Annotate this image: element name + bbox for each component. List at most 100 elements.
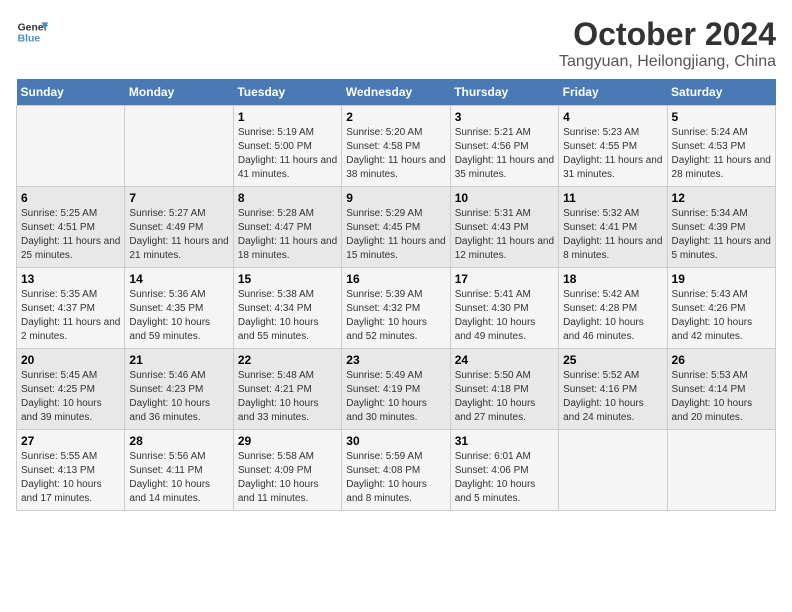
day-info: Sunrise: 6:01 AM Sunset: 4:06 PM Dayligh… (455, 450, 554, 506)
day-info: Sunrise: 5:28 AM Sunset: 4:47 PM Dayligh… (238, 207, 337, 263)
day-number: 4 (563, 110, 662, 124)
calendar-week-row: 13 Sunrise: 5:35 AM Sunset: 4:37 PM Dayli… (17, 268, 776, 349)
calendar-cell (125, 106, 233, 187)
day-number: 28 (129, 434, 228, 448)
day-info: Sunrise: 5:19 AM Sunset: 5:00 PM Dayligh… (238, 126, 337, 182)
calendar-cell: 19Sunrise: 5:43 AM Sunset: 4:26 PM Dayli… (667, 268, 775, 349)
day-number: 30 (346, 434, 445, 448)
day-number: 20 (21, 353, 120, 367)
page-title: October 2024 (559, 16, 776, 53)
calendar-cell: 30Sunrise: 5:59 AM Sunset: 4:08 PM Dayli… (342, 430, 450, 511)
day-info: Sunrise: 5:50 AM Sunset: 4:18 PM Dayligh… (455, 369, 554, 425)
day-info: Sunrise: 5:58 AM Sunset: 4:09 PM Dayligh… (238, 450, 337, 506)
column-header-monday: Monday (125, 79, 233, 106)
day-number: 29 (238, 434, 337, 448)
calendar-cell: 3 Sunrise: 5:21 AM Sunset: 4:56 PM Daylig… (450, 106, 558, 187)
day-number: 21 (129, 353, 228, 367)
day-number: 7 (129, 191, 228, 205)
calendar-cell (667, 430, 775, 511)
page-header: General Blue October 2024 Tangyuan, Heil… (16, 16, 776, 71)
calendar-body: 1 Sunrise: 5:19 AM Sunset: 5:00 PM Daylig… (17, 106, 776, 511)
day-number: 27 (21, 434, 120, 448)
calendar-cell: 28 Sunrise: 5:56 AM Sunset: 4:11 PM Dayli… (125, 430, 233, 511)
day-info: Sunrise: 5:45 AM Sunset: 4:25 PM Dayligh… (21, 369, 120, 425)
day-info: Sunrise: 5:29 AM Sunset: 4:45 PM Dayligh… (346, 207, 445, 263)
calendar-cell: 31 Sunrise: 6:01 AM Sunset: 4:06 PM Dayli… (450, 430, 558, 511)
day-number: 31 (455, 434, 554, 448)
calendar-cell: 12 Sunrise: 5:34 AM Sunset: 4:39 PM Dayli… (667, 187, 775, 268)
day-number: 3 (455, 110, 554, 124)
day-info: Sunrise: 5:35 AM Sunset: 4:37 PM Dayligh… (21, 288, 120, 344)
day-number: 8 (238, 191, 337, 205)
day-info: Sunrise: 5:24 AM Sunset: 4:53 PM Dayligh… (672, 126, 771, 182)
logo-icon: General Blue (16, 16, 48, 48)
day-info: Sunrise: 5:25 AM Sunset: 4:51 PM Dayligh… (21, 207, 120, 263)
day-number: 23 (346, 353, 445, 367)
page-subtitle: Tangyuan, Heilongjiang, China (559, 53, 776, 71)
column-header-friday: Friday (559, 79, 667, 106)
day-number: 9 (346, 191, 445, 205)
day-info: Sunrise: 5:41 AM Sunset: 4:30 PM Dayligh… (455, 288, 554, 344)
day-number: 25 (563, 353, 662, 367)
calendar-cell: 18Sunrise: 5:42 AM Sunset: 4:28 PM Dayli… (559, 268, 667, 349)
day-info: Sunrise: 5:32 AM Sunset: 4:41 PM Dayligh… (563, 207, 662, 263)
calendar-cell: 23 Sunrise: 5:49 AM Sunset: 4:19 PM Dayli… (342, 349, 450, 430)
calendar-cell: 13 Sunrise: 5:35 AM Sunset: 4:37 PM Dayli… (17, 268, 125, 349)
calendar-week-row: 27 Sunrise: 5:55 AM Sunset: 4:13 PM Dayli… (17, 430, 776, 511)
day-number: 5 (672, 110, 771, 124)
day-number: 16 (346, 272, 445, 286)
day-number: 12 (672, 191, 771, 205)
column-header-sunday: Sunday (17, 79, 125, 106)
day-number: 11 (563, 191, 662, 205)
day-number: 10 (455, 191, 554, 205)
calendar-cell: 29 Sunrise: 5:58 AM Sunset: 4:09 PM Dayli… (233, 430, 341, 511)
day-info: Sunrise: 5:34 AM Sunset: 4:39 PM Dayligh… (672, 207, 771, 263)
calendar-cell: 26 Sunrise: 5:53 AM Sunset: 4:14 PM Dayli… (667, 349, 775, 430)
calendar-cell: 4 Sunrise: 5:23 AM Sunset: 4:55 PM Daylig… (559, 106, 667, 187)
day-info: Sunrise: 5:20 AM Sunset: 4:58 PM Dayligh… (346, 126, 445, 182)
day-info: Sunrise: 5:27 AM Sunset: 4:49 PM Dayligh… (129, 207, 228, 263)
day-info: Sunrise: 5:23 AM Sunset: 4:55 PM Dayligh… (563, 126, 662, 182)
calendar-cell: 27 Sunrise: 5:55 AM Sunset: 4:13 PM Dayli… (17, 430, 125, 511)
day-number: 1 (238, 110, 337, 124)
calendar-table: SundayMondayTuesdayWednesdayThursdayFrid… (16, 79, 776, 511)
day-info: Sunrise: 5:39 AM Sunset: 4:32 PM Dayligh… (346, 288, 445, 344)
day-info: Sunrise: 5:46 AM Sunset: 4:23 PM Dayligh… (129, 369, 228, 425)
day-number: 14 (129, 272, 228, 286)
day-number: 13 (21, 272, 120, 286)
day-info: Sunrise: 5:31 AM Sunset: 4:43 PM Dayligh… (455, 207, 554, 263)
calendar-cell: 8 Sunrise: 5:28 AM Sunset: 4:47 PM Daylig… (233, 187, 341, 268)
day-info: Sunrise: 5:56 AM Sunset: 4:11 PM Dayligh… (129, 450, 228, 506)
day-info: Sunrise: 5:43 AM Sunset: 4:26 PM Dayligh… (672, 288, 771, 344)
calendar-week-row: 6 Sunrise: 5:25 AM Sunset: 4:51 PM Daylig… (17, 187, 776, 268)
column-header-saturday: Saturday (667, 79, 775, 106)
calendar-cell: 14Sunrise: 5:36 AM Sunset: 4:35 PM Dayli… (125, 268, 233, 349)
day-info: Sunrise: 5:38 AM Sunset: 4:34 PM Dayligh… (238, 288, 337, 344)
day-info: Sunrise: 5:49 AM Sunset: 4:19 PM Dayligh… (346, 369, 445, 425)
calendar-cell: 6 Sunrise: 5:25 AM Sunset: 4:51 PM Daylig… (17, 187, 125, 268)
calendar-cell: 15Sunrise: 5:38 AM Sunset: 4:34 PM Dayli… (233, 268, 341, 349)
day-number: 22 (238, 353, 337, 367)
day-number: 2 (346, 110, 445, 124)
calendar-cell (17, 106, 125, 187)
calendar-header-row: SundayMondayTuesdayWednesdayThursdayFrid… (17, 79, 776, 106)
svg-text:Blue: Blue (18, 34, 41, 45)
calendar-cell: 20 Sunrise: 5:45 AM Sunset: 4:25 PM Dayli… (17, 349, 125, 430)
day-info: Sunrise: 5:52 AM Sunset: 4:16 PM Dayligh… (563, 369, 662, 425)
day-number: 18 (563, 272, 662, 286)
day-number: 24 (455, 353, 554, 367)
day-info: Sunrise: 5:53 AM Sunset: 4:14 PM Dayligh… (672, 369, 771, 425)
column-header-wednesday: Wednesday (342, 79, 450, 106)
calendar-cell: 21 Sunrise: 5:46 AM Sunset: 4:23 PM Dayli… (125, 349, 233, 430)
calendar-cell: 17Sunrise: 5:41 AM Sunset: 4:30 PM Dayli… (450, 268, 558, 349)
calendar-cell (559, 430, 667, 511)
day-info: Sunrise: 5:55 AM Sunset: 4:13 PM Dayligh… (21, 450, 120, 506)
column-header-tuesday: Tuesday (233, 79, 341, 106)
calendar-cell: 2 Sunrise: 5:20 AM Sunset: 4:58 PM Daylig… (342, 106, 450, 187)
day-number: 6 (21, 191, 120, 205)
day-info: Sunrise: 5:21 AM Sunset: 4:56 PM Dayligh… (455, 126, 554, 182)
day-number: 26 (672, 353, 771, 367)
calendar-cell: 22Sunrise: 5:48 AM Sunset: 4:21 PM Dayli… (233, 349, 341, 430)
calendar-cell: 5 Sunrise: 5:24 AM Sunset: 4:53 PM Daylig… (667, 106, 775, 187)
calendar-cell: 7 Sunrise: 5:27 AM Sunset: 4:49 PM Daylig… (125, 187, 233, 268)
